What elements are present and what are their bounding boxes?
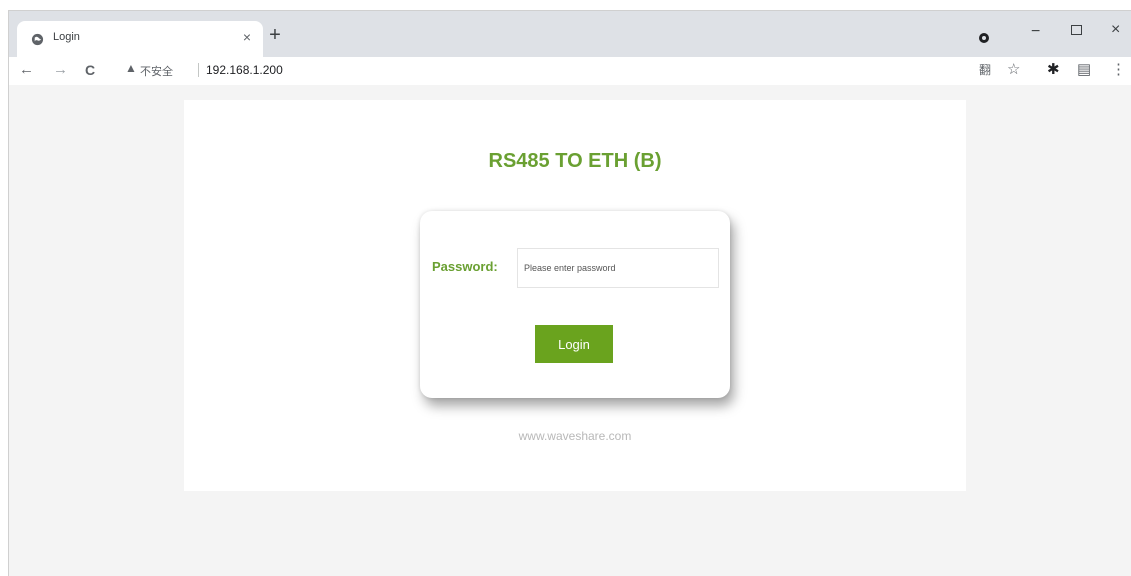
password-input[interactable] (517, 248, 719, 288)
security-label[interactable]: 不安全 (140, 63, 173, 79)
page-title: RS485 TO ETH (B) (488, 150, 662, 172)
globe-icon (31, 33, 44, 46)
password-label: Password: (432, 259, 498, 274)
browser-toolbar: ← → C ▲ 不安全 192.168.1.200 翻 ☆ ✱ ▤ ⋮ (9, 57, 1131, 85)
tab-login[interactable]: Login × (17, 21, 263, 57)
warning-icon[interactable]: ▲ (125, 61, 137, 75)
login-form: Password: Login (420, 211, 730, 398)
forward-arrow-icon[interactable]: → (53, 61, 68, 79)
maximize-button[interactable] (1071, 25, 1082, 35)
reload-icon[interactable]: C (85, 61, 95, 79)
page-viewport: RS485 TO ETH (B) Password: Login www.wav… (9, 86, 1131, 576)
new-tab-button[interactable]: + (265, 25, 285, 45)
translate-icon[interactable]: 翻 (979, 61, 991, 79)
bookmark-star-icon[interactable]: ☆ (1007, 61, 1020, 79)
reading-list-icon[interactable]: ▤ (1077, 61, 1091, 79)
profile-icon[interactable] (979, 33, 989, 43)
extensions-icon[interactable]: ✱ (1047, 61, 1060, 79)
minimize-button[interactable]: − (1031, 23, 1040, 41)
login-page-card: RS485 TO ETH (B) Password: Login www.wav… (184, 100, 966, 491)
tab-title: Login (53, 31, 80, 43)
login-button[interactable]: Login (535, 325, 613, 363)
back-arrow-icon[interactable]: ← (19, 61, 34, 79)
tab-strip: Login × + − × (9, 11, 1131, 57)
menu-icon[interactable]: ⋮ (1111, 61, 1126, 79)
window-close-button[interactable]: × (1111, 21, 1120, 39)
address-divider (198, 63, 199, 77)
footer-link[interactable]: www.waveshare.com (184, 429, 966, 443)
browser-window: Login × + − × ← → C ▲ 不安全 192.168.1.200 … (8, 10, 1131, 576)
address-bar-url[interactable]: 192.168.1.200 (206, 63, 283, 77)
tab-close-icon[interactable]: × (239, 29, 255, 45)
